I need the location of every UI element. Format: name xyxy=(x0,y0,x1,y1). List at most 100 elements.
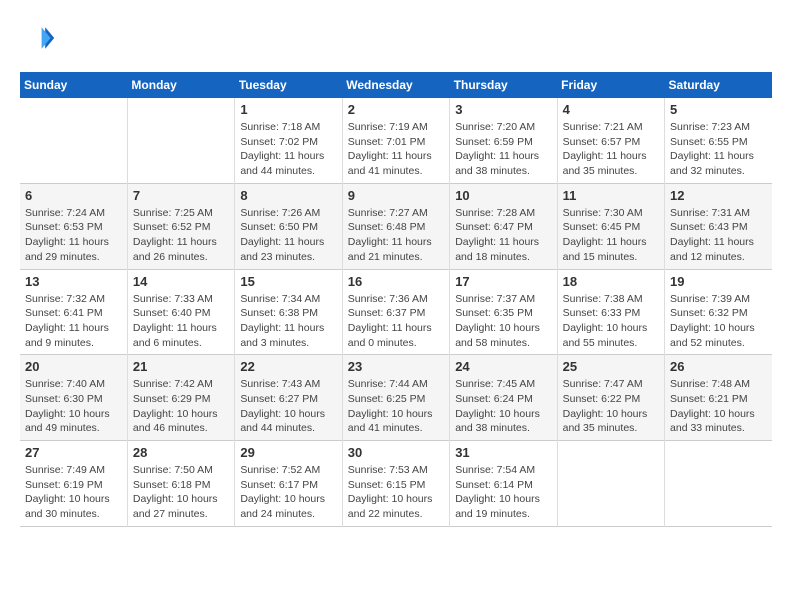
calendar-cell xyxy=(665,441,772,527)
calendar-cell: 29 Sunrise: 7:52 AM Sunset: 6:17 PM Dayli… xyxy=(235,441,342,527)
calendar-cell: 26 Sunrise: 7:48 AM Sunset: 6:21 PM Dayli… xyxy=(665,355,772,441)
calendar-row: 20 Sunrise: 7:40 AM Sunset: 6:30 PM Dayli… xyxy=(20,355,772,441)
calendar-cell: 2 Sunrise: 7:19 AM Sunset: 7:01 PM Daylig… xyxy=(342,98,449,183)
calendar-cell: 25 Sunrise: 7:47 AM Sunset: 6:22 PM Dayli… xyxy=(557,355,664,441)
calendar-cell: 21 Sunrise: 7:42 AM Sunset: 6:29 PM Dayli… xyxy=(127,355,234,441)
day-number: 11 xyxy=(563,188,659,203)
calendar-cell: 9 Sunrise: 7:27 AM Sunset: 6:48 PM Daylig… xyxy=(342,183,449,269)
calendar-cell: 31 Sunrise: 7:54 AM Sunset: 6:14 PM Dayli… xyxy=(450,441,557,527)
day-info: Sunrise: 7:50 AM Sunset: 6:18 PM Dayligh… xyxy=(133,463,229,522)
calendar-cell: 1 Sunrise: 7:18 AM Sunset: 7:02 PM Daylig… xyxy=(235,98,342,183)
calendar-cell: 10 Sunrise: 7:28 AM Sunset: 6:47 PM Dayli… xyxy=(450,183,557,269)
calendar-row: 27 Sunrise: 7:49 AM Sunset: 6:19 PM Dayli… xyxy=(20,441,772,527)
day-number: 31 xyxy=(455,445,551,460)
day-number: 10 xyxy=(455,188,551,203)
calendar-cell: 20 Sunrise: 7:40 AM Sunset: 6:30 PM Dayli… xyxy=(20,355,127,441)
calendar-cell: 24 Sunrise: 7:45 AM Sunset: 6:24 PM Dayli… xyxy=(450,355,557,441)
day-number: 5 xyxy=(670,102,767,117)
day-info: Sunrise: 7:26 AM Sunset: 6:50 PM Dayligh… xyxy=(240,206,336,265)
calendar-cell: 13 Sunrise: 7:32 AM Sunset: 6:41 PM Dayli… xyxy=(20,269,127,355)
day-number: 25 xyxy=(563,359,659,374)
day-number: 26 xyxy=(670,359,767,374)
calendar-cell xyxy=(127,98,234,183)
day-number: 27 xyxy=(25,445,122,460)
page-header xyxy=(20,20,772,56)
day-number: 4 xyxy=(563,102,659,117)
header-row: SundayMondayTuesdayWednesdayThursdayFrid… xyxy=(20,72,772,98)
day-number: 17 xyxy=(455,274,551,289)
day-number: 20 xyxy=(25,359,122,374)
calendar-cell: 6 Sunrise: 7:24 AM Sunset: 6:53 PM Daylig… xyxy=(20,183,127,269)
day-info: Sunrise: 7:36 AM Sunset: 6:37 PM Dayligh… xyxy=(348,292,444,351)
day-number: 3 xyxy=(455,102,551,117)
day-number: 29 xyxy=(240,445,336,460)
day-number: 21 xyxy=(133,359,229,374)
column-header-wednesday: Wednesday xyxy=(342,72,449,98)
calendar-cell: 11 Sunrise: 7:30 AM Sunset: 6:45 PM Dayli… xyxy=(557,183,664,269)
day-number: 13 xyxy=(25,274,122,289)
calendar-row: 6 Sunrise: 7:24 AM Sunset: 6:53 PM Daylig… xyxy=(20,183,772,269)
column-header-thursday: Thursday xyxy=(450,72,557,98)
column-header-tuesday: Tuesday xyxy=(235,72,342,98)
logo xyxy=(20,20,60,56)
column-header-friday: Friday xyxy=(557,72,664,98)
calendar-cell xyxy=(557,441,664,527)
day-info: Sunrise: 7:44 AM Sunset: 6:25 PM Dayligh… xyxy=(348,377,444,436)
day-info: Sunrise: 7:54 AM Sunset: 6:14 PM Dayligh… xyxy=(455,463,551,522)
calendar-cell xyxy=(20,98,127,183)
day-number: 24 xyxy=(455,359,551,374)
day-info: Sunrise: 7:24 AM Sunset: 6:53 PM Dayligh… xyxy=(25,206,122,265)
day-info: Sunrise: 7:23 AM Sunset: 6:55 PM Dayligh… xyxy=(670,120,767,179)
day-info: Sunrise: 7:18 AM Sunset: 7:02 PM Dayligh… xyxy=(240,120,336,179)
day-number: 14 xyxy=(133,274,229,289)
calendar-cell: 30Sunrise: 7:53 AM Sunset: 6:15 PM Dayli… xyxy=(342,441,449,527)
day-info: Sunrise: 7:52 AM Sunset: 6:17 PM Dayligh… xyxy=(240,463,336,522)
calendar-cell: 3 Sunrise: 7:20 AM Sunset: 6:59 PM Daylig… xyxy=(450,98,557,183)
column-header-saturday: Saturday xyxy=(665,72,772,98)
logo-icon xyxy=(20,20,56,56)
day-info: Sunrise: 7:48 AM Sunset: 6:21 PM Dayligh… xyxy=(670,377,767,436)
day-info: Sunrise: 7:37 AM Sunset: 6:35 PM Dayligh… xyxy=(455,292,551,351)
calendar-cell: 27 Sunrise: 7:49 AM Sunset: 6:19 PM Dayli… xyxy=(20,441,127,527)
day-number: 6 xyxy=(25,188,122,203)
day-info: Sunrise: 7:38 AM Sunset: 6:33 PM Dayligh… xyxy=(563,292,659,351)
column-header-sunday: Sunday xyxy=(20,72,127,98)
day-info: Sunrise: 7:42 AM Sunset: 6:29 PM Dayligh… xyxy=(133,377,229,436)
day-number: 18 xyxy=(563,274,659,289)
calendar-cell: 14 Sunrise: 7:33 AM Sunset: 6:40 PM Dayli… xyxy=(127,269,234,355)
day-info: Sunrise: 7:43 AM Sunset: 6:27 PM Dayligh… xyxy=(240,377,336,436)
day-info: Sunrise: 7:28 AM Sunset: 6:47 PM Dayligh… xyxy=(455,206,551,265)
day-number: 9 xyxy=(348,188,444,203)
day-info: Sunrise: 7:45 AM Sunset: 6:24 PM Dayligh… xyxy=(455,377,551,436)
day-info: Sunrise: 7:20 AM Sunset: 6:59 PM Dayligh… xyxy=(455,120,551,179)
day-info: Sunrise: 7:27 AM Sunset: 6:48 PM Dayligh… xyxy=(348,206,444,265)
day-number: 7 xyxy=(133,188,229,203)
day-number: 23 xyxy=(348,359,444,374)
day-info: Sunrise: 7:47 AM Sunset: 6:22 PM Dayligh… xyxy=(563,377,659,436)
day-info: Sunrise: 7:21 AM Sunset: 6:57 PM Dayligh… xyxy=(563,120,659,179)
day-info: Sunrise: 7:39 AM Sunset: 6:32 PM Dayligh… xyxy=(670,292,767,351)
day-info: Sunrise: 7:40 AM Sunset: 6:30 PM Dayligh… xyxy=(25,377,122,436)
day-info: Sunrise: 7:34 AM Sunset: 6:38 PM Dayligh… xyxy=(240,292,336,351)
day-number: 22 xyxy=(240,359,336,374)
day-number: 2 xyxy=(348,102,444,117)
calendar-cell: 18 Sunrise: 7:38 AM Sunset: 6:33 PM Dayli… xyxy=(557,269,664,355)
calendar-cell: 8 Sunrise: 7:26 AM Sunset: 6:50 PM Daylig… xyxy=(235,183,342,269)
day-number: 15 xyxy=(240,274,336,289)
day-info: Sunrise: 7:32 AM Sunset: 6:41 PM Dayligh… xyxy=(25,292,122,351)
calendar-cell: 19Sunrise: 7:39 AM Sunset: 6:32 PM Dayli… xyxy=(665,269,772,355)
day-info: Sunrise: 7:49 AM Sunset: 6:19 PM Dayligh… xyxy=(25,463,122,522)
calendar-cell: 4 Sunrise: 7:21 AM Sunset: 6:57 PM Daylig… xyxy=(557,98,664,183)
day-info: Sunrise: 7:33 AM Sunset: 6:40 PM Dayligh… xyxy=(133,292,229,351)
day-info: Sunrise: 7:31 AM Sunset: 6:43 PM Dayligh… xyxy=(670,206,767,265)
day-number: 16 xyxy=(348,274,444,289)
calendar-row: 13 Sunrise: 7:32 AM Sunset: 6:41 PM Dayli… xyxy=(20,269,772,355)
day-info: Sunrise: 7:19 AM Sunset: 7:01 PM Dayligh… xyxy=(348,120,444,179)
calendar-cell: 23 Sunrise: 7:44 AM Sunset: 6:25 PM Dayli… xyxy=(342,355,449,441)
calendar-cell: 12Sunrise: 7:31 AM Sunset: 6:43 PM Dayli… xyxy=(665,183,772,269)
day-info: Sunrise: 7:53 AM Sunset: 6:15 PM Dayligh… xyxy=(348,463,444,522)
day-info: Sunrise: 7:30 AM Sunset: 6:45 PM Dayligh… xyxy=(563,206,659,265)
day-number: 1 xyxy=(240,102,336,117)
calendar-table: SundayMondayTuesdayWednesdayThursdayFrid… xyxy=(20,72,772,527)
day-number: 8 xyxy=(240,188,336,203)
